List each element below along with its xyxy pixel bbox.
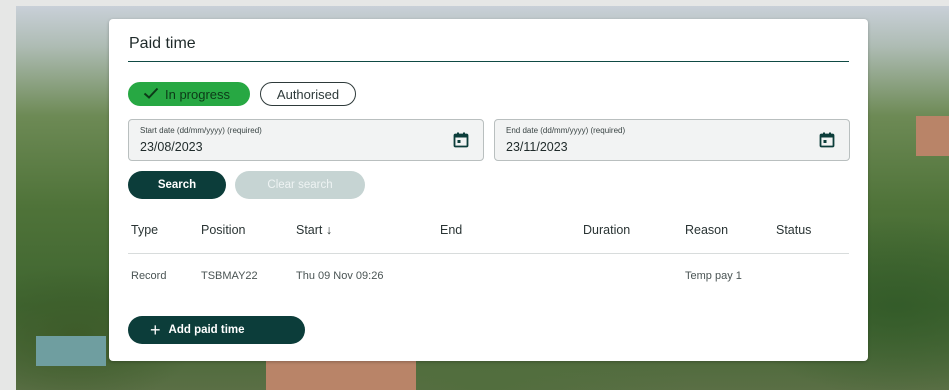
cell-reason: Temp pay 1 — [685, 270, 742, 282]
end-date-label: End date (dd/mm/yyyy) (required) — [506, 126, 626, 135]
end-date-field[interactable]: End date (dd/mm/yyyy) (required) 23/11/2… — [494, 119, 850, 161]
start-date-label: Start date (dd/mm/yyyy) (required) — [140, 126, 262, 135]
checkmark-icon — [143, 87, 159, 102]
column-header-end[interactable]: End — [440, 223, 462, 237]
sort-descending-icon: ↓ — [325, 223, 333, 237]
table-header-divider — [128, 253, 849, 254]
filter-authorised-label: Authorised — [276, 86, 340, 102]
column-header-status[interactable]: Status — [776, 223, 811, 237]
column-header-type[interactable]: Type — [131, 223, 158, 237]
paid-time-card: Paid time In progress Authorised Start d… — [109, 19, 868, 361]
search-button[interactable]: Search — [128, 171, 226, 199]
start-date-value: 23/08/2023 — [140, 140, 203, 154]
title-divider — [128, 61, 849, 62]
cell-type: Record — [131, 270, 167, 282]
background-building — [916, 116, 949, 156]
start-date-field[interactable]: Start date (dd/mm/yyyy) (required) 23/08… — [128, 119, 484, 161]
column-header-start[interactable]: Start ↓ — [296, 223, 332, 237]
add-paid-time-button[interactable]: + Add paid time — [128, 316, 305, 344]
filter-in-progress-label: In progress — [165, 86, 231, 102]
clear-search-button[interactable]: Clear search — [235, 171, 365, 199]
cell-start: Thu 09 Nov 09:26 — [296, 270, 384, 282]
calendar-icon[interactable] — [819, 132, 835, 153]
cell-position: TSBMAY22 — [201, 270, 258, 282]
column-header-duration[interactable]: Duration — [583, 223, 630, 237]
column-header-position[interactable]: Position — [201, 223, 245, 237]
plus-icon: + — [150, 320, 161, 340]
filter-authorised-chip[interactable]: Authorised — [260, 82, 356, 106]
add-paid-time-label: Add paid time — [168, 324, 245, 336]
end-date-value: 23/11/2023 — [506, 140, 568, 154]
background-building — [36, 336, 106, 366]
page-title: Paid time — [129, 35, 196, 52]
column-header-start-label: Start — [296, 223, 323, 237]
filter-in-progress-chip[interactable]: In progress — [128, 82, 250, 106]
calendar-icon[interactable] — [453, 132, 469, 153]
column-header-reason[interactable]: Reason — [685, 223, 728, 237]
background-building — [266, 361, 416, 390]
